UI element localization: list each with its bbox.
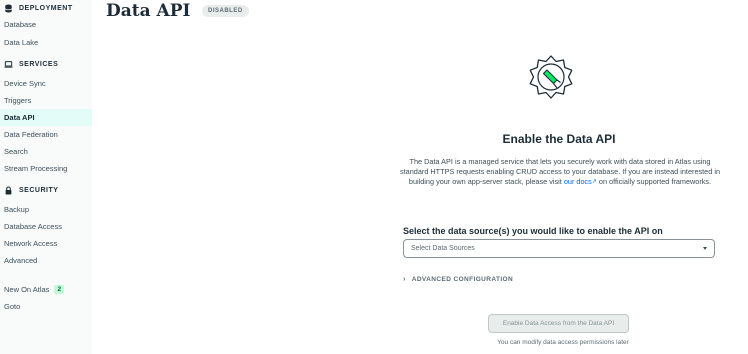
select-placeholder: Select Data Sources: [411, 245, 475, 252]
section-title: SERVICES: [19, 61, 59, 68]
count-badge: 2: [54, 285, 65, 294]
sidebar-item-new-on-atlas[interactable]: New On Atlas 2: [0, 281, 92, 298]
sidebar-item-stream-processing[interactable]: Stream Processing: [0, 160, 92, 177]
sidebar-item-label: New On Atlas: [4, 285, 50, 294]
main-content: Data API DISABLED Enable the Data API Th…: [92, 0, 748, 354]
select-label: Select the data source(s) you would like…: [403, 226, 663, 236]
permissions-note: You can modify data access permissions l…: [497, 339, 629, 346]
data-api-illustration-icon: [526, 52, 576, 102]
sidebar-item-backup[interactable]: Backup: [0, 201, 92, 218]
advanced-configuration-toggle[interactable]: › ADVANCED CONFIGURATION: [403, 276, 513, 283]
section-services: SERVICES: [0, 56, 92, 73]
sidebar: DEPLOYMENT Database Data Lake SERVICES D…: [0, 0, 92, 354]
sidebar-item-data-federation[interactable]: Data Federation: [0, 126, 92, 143]
description-part-2: on officially supported frameworks.: [598, 177, 712, 187]
section-heading: Enable the Data API: [502, 132, 616, 146]
section-title: DEPLOYMENT: [19, 5, 73, 12]
page-title: Data API: [106, 1, 191, 21]
sidebar-item-goto[interactable]: Goto: [0, 298, 92, 315]
sidebar-item-network-access[interactable]: Network Access: [0, 235, 92, 252]
sidebar-item-data-lake[interactable]: Data Lake: [0, 34, 92, 51]
description-text: The Data API is a managed service that l…: [398, 157, 722, 188]
docs-link[interactable]: our docs: [564, 177, 592, 186]
section-deployment: DEPLOYMENT: [0, 0, 92, 17]
sidebar-item-search[interactable]: Search: [0, 143, 92, 160]
database-icon: [4, 4, 13, 13]
sidebar-item-database-access[interactable]: Database Access: [0, 218, 92, 235]
sidebar-item-advanced[interactable]: Advanced: [0, 252, 92, 269]
sidebar-item-database[interactable]: Database: [0, 16, 92, 33]
advanced-label: ADVANCED CONFIGURATION: [411, 276, 514, 283]
section-title: SECURITY: [19, 187, 59, 194]
status-badge: DISABLED: [202, 5, 249, 17]
lock-icon: [4, 186, 13, 195]
data-source-select[interactable]: Select Data Sources: [403, 239, 715, 258]
caret-down-icon: [703, 247, 707, 250]
sidebar-item-triggers[interactable]: Triggers: [0, 92, 92, 109]
chevron-right-icon: ›: [403, 276, 406, 283]
sidebar-item-data-api[interactable]: Data API: [0, 109, 92, 126]
sidebar-item-device-sync[interactable]: Device Sync: [0, 75, 92, 92]
enable-data-access-button[interactable]: Enable Data Access from the Data API: [488, 314, 629, 333]
section-security: SECURITY: [0, 182, 92, 199]
external-link-icon: ↗: [591, 179, 597, 186]
laptop-icon: [4, 60, 13, 69]
